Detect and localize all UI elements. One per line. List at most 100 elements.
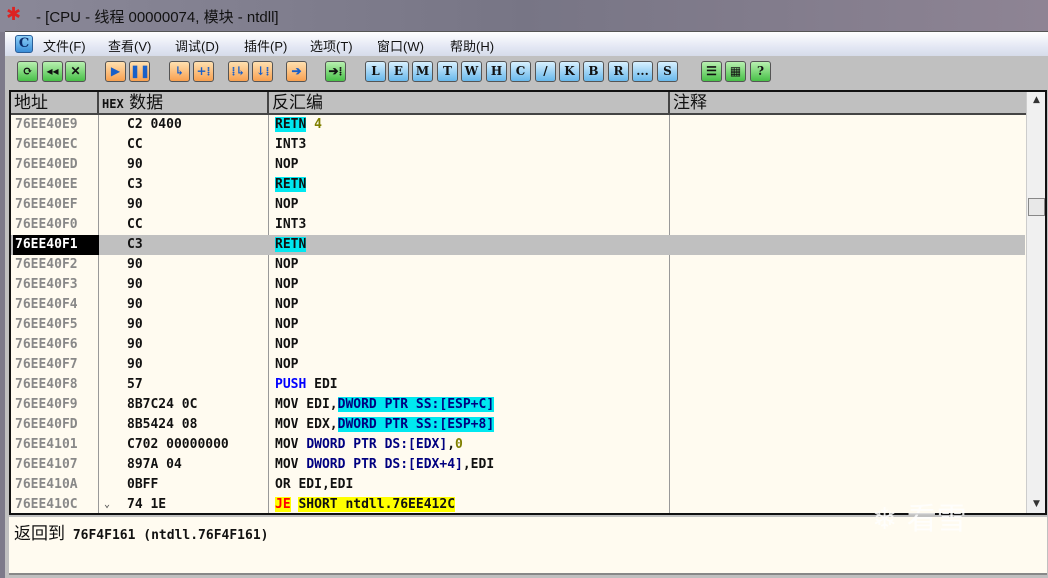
scroll-down-icon[interactable]: ▼ [1027, 496, 1045, 513]
address-cell: 76EE40FD [15, 417, 78, 432]
run-icon[interactable]: ▶ [105, 61, 126, 82]
disassembly-cell: MOV EDX,DWORD PTR SS:[ESP+8] [275, 415, 495, 435]
source-icon[interactable]: S [657, 61, 678, 82]
header-hex[interactable]: HEX 数据 [99, 92, 269, 115]
instruction-token: MOV [275, 437, 307, 452]
instruction-token: , [447, 437, 456, 452]
step-over-icon[interactable]: +⁞ [193, 61, 214, 82]
instruction-token: DWORD PTR DS:[EDX] [306, 437, 448, 452]
step-into-icon[interactable]: ↳ [169, 61, 190, 82]
instruction-token [306, 117, 314, 132]
menu-plugins[interactable]: 插件(P) [244, 36, 287, 55]
table-row[interactable]: 76EE40F1 C3 RETN [11, 235, 1025, 255]
colors-icon[interactable]: ▦ [725, 61, 746, 82]
menu-window[interactable]: 窗口(W) [377, 36, 424, 55]
restart-icon[interactable]: ◂◂ [42, 61, 63, 82]
table-row[interactable]: 76EE40F4 90 NOP [11, 295, 1025, 315]
address-cell: 76EE40F3 [15, 277, 78, 292]
hex-cell: C3 [127, 177, 143, 192]
address-cell: 76EE410C [15, 497, 78, 512]
disassembly-cell: MOV DWORD PTR DS:[EDX],0 [275, 435, 463, 455]
header-hex-prefix: HEX [102, 97, 124, 111]
instruction-token: NOP [275, 337, 299, 352]
table-row[interactable]: 76EE40F7 90 NOP [11, 355, 1025, 375]
menu-options[interactable]: 选项(T) [310, 36, 353, 55]
trace-over-icon[interactable]: ↓⁞ [252, 61, 273, 82]
executables-icon[interactable]: E [388, 61, 409, 82]
table-row[interactable]: 76EE40F0 CC INT3 [11, 215, 1025, 235]
threads-icon[interactable]: T [437, 61, 458, 82]
hex-cell: 0BFF [127, 477, 159, 492]
menu-debug[interactable]: 调试(D) [175, 36, 219, 55]
header-disassembly[interactable]: 反汇编 [269, 92, 670, 115]
pause-icon[interactable]: ❚❚ [129, 61, 150, 82]
hex-cell: 74 1E [127, 497, 167, 512]
memory-icon[interactable]: M [412, 61, 433, 82]
help-icon[interactable]: ? [750, 61, 771, 82]
cpu-icon[interactable]: C [510, 61, 531, 82]
jump-arrow-icon: ⌄ [104, 499, 111, 510]
trace-into-icon[interactable]: ⁞↳ [228, 61, 249, 82]
hex-cell: 8B5424 08 [127, 417, 198, 432]
instruction-token: INT3 [275, 137, 307, 152]
cpu-logo-icon[interactable]: C [15, 35, 33, 53]
table-row[interactable]: 76EE40F3 90 NOP [11, 275, 1025, 295]
scroll-up-icon[interactable]: ▲ [1027, 92, 1045, 109]
header-address[interactable]: 地址 [11, 92, 99, 115]
hex-cell: CC [127, 137, 143, 152]
instruction-token: MOV EDI, [275, 397, 338, 412]
disassembly-pane[interactable]: 地址 HEX 数据 反汇编 注释 ▲ ▼ 76EE40E9 C2 0400 RETN… [9, 90, 1047, 515]
table-row[interactable]: 76EE4107 897A 04 MOV DWORD PTR DS:[EDX+4],… [11, 455, 1025, 475]
instruction-token: MOV EDX, [275, 417, 338, 432]
vertical-scrollbar[interactable]: ▲ ▼ [1026, 92, 1045, 513]
open-icon[interactable]: ⟳ [17, 61, 38, 82]
log-icon[interactable]: L [365, 61, 386, 82]
goto-icon[interactable]: ➔⁞ [325, 61, 346, 82]
address-cell: 76EE40EC [15, 137, 78, 152]
app-bug-icon: ✱ [6, 4, 22, 25]
menu-file[interactable]: 文件(F) [43, 36, 86, 55]
list-icon[interactable]: ☰ [701, 61, 722, 82]
instruction-token: NOP [275, 357, 299, 372]
table-row[interactable]: 76EE40F9 8B7C24 0C MOV EDI,DWORD PTR SS:[E… [11, 395, 1025, 415]
references-icon[interactable]: R [608, 61, 629, 82]
windows-icon[interactable]: W [461, 61, 482, 82]
handles-icon[interactable]: H [486, 61, 507, 82]
close-icon[interactable]: ✕ [65, 61, 86, 82]
address-cell: 76EE40F1 [13, 235, 99, 255]
table-row[interactable]: 76EE40E9 C2 0400 RETN 4 [11, 115, 1025, 135]
table-row[interactable]: 76EE40F5 90 NOP [11, 315, 1025, 335]
table-row[interactable]: 76EE4101 C702 00000000 MOV DWORD PTR DS:[E… [11, 435, 1025, 455]
callstack-icon[interactable]: K [559, 61, 580, 82]
table-row[interactable]: 76EE40ED 90 NOP [11, 155, 1025, 175]
run-trace-icon[interactable]: ... [632, 61, 653, 82]
menu-help[interactable]: 帮助(H) [450, 36, 494, 55]
scroll-thumb[interactable] [1028, 198, 1045, 216]
instruction-token: NOP [275, 197, 299, 212]
menu-view[interactable]: 查看(V) [108, 36, 151, 55]
table-row[interactable]: 76EE40EF 90 NOP [11, 195, 1025, 215]
breakpoints-icon[interactable]: B [583, 61, 604, 82]
table-row[interactable]: 76EE40FD 8B5424 08 MOV EDX,DWORD PTR SS:[E… [11, 415, 1025, 435]
table-row[interactable]: 76EE40F6 90 NOP [11, 335, 1025, 355]
patches-icon[interactable]: / [535, 61, 556, 82]
disassembly-cell: NOP [275, 155, 298, 175]
hex-cell: 90 [127, 317, 143, 332]
disassembly-cell: PUSH EDI [275, 375, 338, 395]
instruction-token: RETN [275, 177, 307, 192]
table-row[interactable]: 76EE40F2 90 NOP [11, 255, 1025, 275]
instruction-token: DWORD PTR SS:[ESP+C] [337, 397, 495, 412]
disassembly-cell: INT3 [275, 215, 306, 235]
table-row[interactable]: 76EE410A 0BFF OR EDI,EDI [11, 475, 1025, 495]
header-hex-label: 数据 [123, 93, 164, 113]
table-row[interactable]: 76EE40EE C3 RETN [11, 175, 1025, 195]
header-comment[interactable]: 注释 [670, 92, 1026, 115]
table-row[interactable]: 76EE40EC CC INT3 [11, 135, 1025, 155]
table-row[interactable]: 76EE40F8 57 PUSH EDI [11, 375, 1025, 395]
info-label: 返回到 [14, 524, 65, 544]
address-cell: 76EE4101 [15, 437, 78, 452]
watermark-text: 看雪 [906, 502, 967, 537]
disassembly-cell: NOP [275, 255, 298, 275]
address-cell: 76EE40F7 [15, 357, 78, 372]
execute-till-return-icon[interactable]: ➔ [286, 61, 307, 82]
